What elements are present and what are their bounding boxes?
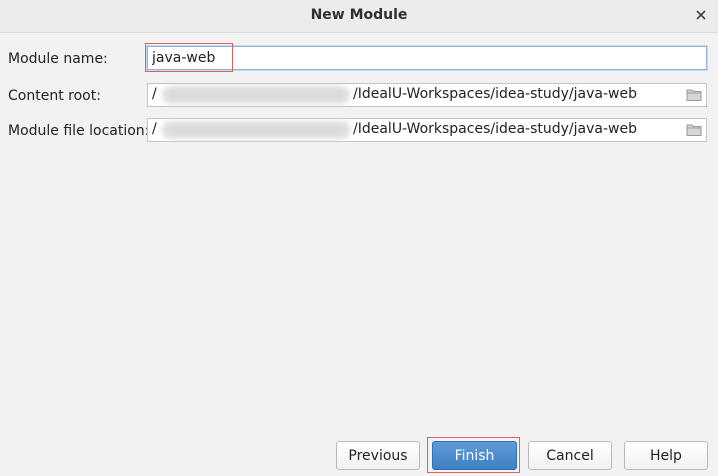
module-name-label: Module name: (8, 51, 108, 67)
folder-icon (686, 124, 702, 136)
module-file-location-label: Module file location: (8, 123, 150, 139)
content-root-field[interactable]: / /IdealU-Workspaces/idea-study/java-web (147, 83, 707, 107)
dialog-title: New Module (310, 7, 408, 23)
module-file-location-path-prefix: / (152, 121, 157, 137)
content-root-browse-button[interactable] (686, 88, 702, 102)
folder-icon (686, 89, 702, 101)
module-file-location-field[interactable]: / /IdealU-Workspaces/idea-study/java-web (147, 118, 707, 142)
close-button[interactable] (692, 6, 710, 24)
close-icon (696, 10, 706, 20)
content-root-path-prefix: / (152, 86, 157, 102)
module-file-location-path: /IdealU-Workspaces/idea-study/java-web (353, 121, 637, 137)
redacted-path (162, 86, 350, 104)
module-file-location-browse-button[interactable] (686, 123, 702, 137)
redacted-path (162, 121, 350, 139)
content-root-path: /IdealU-Workspaces/idea-study/java-web (353, 86, 637, 102)
content-root-label: Content root: (8, 88, 101, 104)
previous-button[interactable]: Previous (336, 441, 420, 470)
module-name-field[interactable] (147, 46, 707, 70)
title-bar: New Module (0, 0, 718, 33)
finish-button[interactable]: Finish (432, 441, 517, 470)
cancel-button[interactable]: Cancel (528, 441, 612, 470)
new-module-dialog: New Module Module name: Content root: / … (0, 0, 718, 476)
module-name-input[interactable] (152, 47, 692, 69)
help-button[interactable]: Help (624, 441, 708, 470)
